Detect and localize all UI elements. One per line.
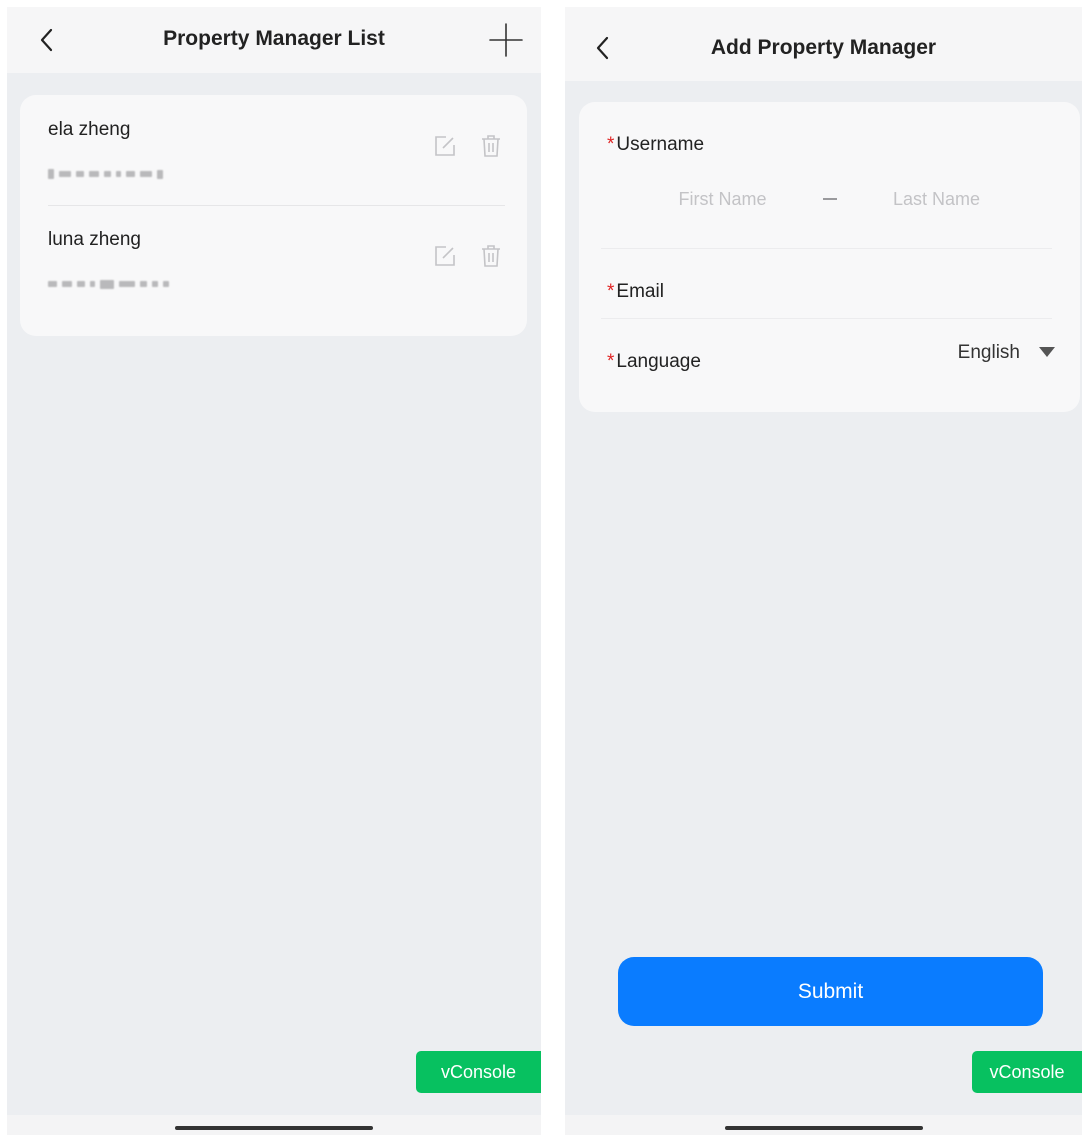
bottom-strip (565, 1115, 1082, 1135)
page-title: Property Manager List (163, 27, 385, 50)
required-marker: * (607, 134, 615, 155)
home-indicator (175, 1126, 373, 1130)
last-name-input[interactable] (876, 188, 997, 210)
redacted-email (48, 168, 163, 180)
edit-icon[interactable] (431, 242, 459, 270)
property-manager-list-screen: Property Manager List ela zheng luna zhe… (7, 7, 541, 1135)
first-name-input[interactable] (662, 188, 783, 210)
vconsole-button[interactable]: vConsole (972, 1051, 1082, 1093)
plus-icon[interactable] (487, 21, 525, 59)
vconsole-button[interactable]: vConsole (416, 1051, 541, 1093)
required-marker: * (607, 281, 615, 302)
name-separator (822, 198, 837, 200)
email-field[interactable]: * Email (607, 281, 664, 303)
language-select[interactable]: English (958, 342, 1056, 364)
manager-name: luna zheng (48, 229, 141, 250)
trash-icon[interactable] (477, 242, 505, 270)
username-inputs (607, 182, 1052, 216)
list-item[interactable]: ela zheng (20, 95, 527, 205)
username-label: * Username (607, 134, 705, 155)
manager-list: ela zheng luna zheng (20, 95, 527, 336)
manager-name: ela zheng (48, 119, 131, 140)
language-label: * Language (607, 351, 701, 372)
redacted-email (48, 278, 169, 290)
edit-icon[interactable] (431, 132, 459, 160)
dropdown-triangle-icon (1038, 342, 1056, 364)
manager-form: *Username *Email *Language English (579, 102, 1080, 412)
language-value: English (957, 342, 1020, 363)
header: Property Manager List (7, 7, 541, 73)
divider (601, 318, 1052, 319)
bottom-strip (7, 1115, 541, 1135)
divider (601, 248, 1052, 249)
list-item[interactable]: luna zheng (20, 205, 527, 315)
page-title: Add Property Manager (710, 36, 937, 59)
home-indicator (724, 1126, 923, 1130)
submit-button[interactable]: Submit (618, 957, 1043, 1026)
trash-icon[interactable] (477, 132, 505, 160)
required-marker: * (607, 351, 615, 372)
add-property-manager-screen: Add Property Manager *Username *Email *L… (565, 7, 1082, 1135)
header: Add Property Manager (565, 7, 1082, 81)
